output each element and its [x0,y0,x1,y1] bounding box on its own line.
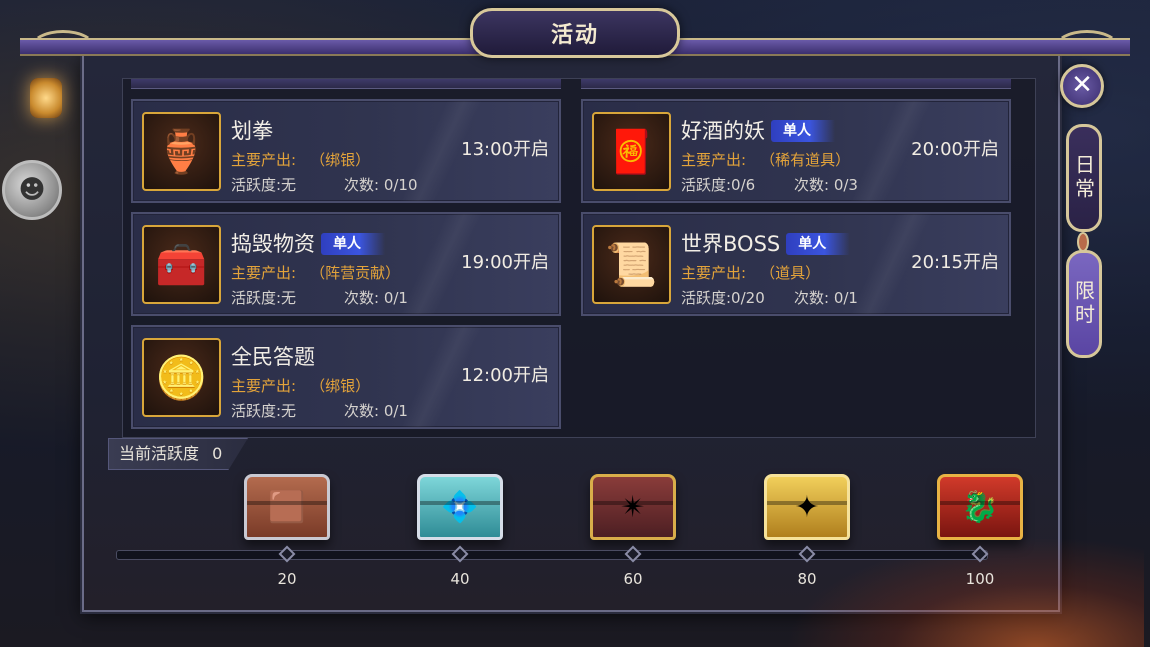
activity-count: 次数: 0/3 [794,176,858,194]
fortune-bag-icon: 🧧 [592,112,671,191]
milestone-label: 40 [450,570,470,588]
activity-list: 🏺 划拳 主要产出: （绑银） 活跃度:无 次数: 0/10 13:00开启 🧧 … [122,78,1036,438]
activity-output: 主要产出: （稀有道具） [681,151,851,169]
activity-points: 活跃度:无 [231,402,297,420]
activity-progress-bar [116,550,988,560]
solo-tag: 单人 [786,233,851,255]
list-top-strip [581,79,1011,89]
activity-name: 全民答题 [231,345,315,369]
title-plate: 活动 [470,8,680,58]
activity-card[interactable]: 🏺 划拳 主要产出: （绑银） 活跃度:无 次数: 0/10 13:00开启 [131,99,561,203]
activity-output: 主要产出: （绑银） [231,151,371,169]
activity-stats: 活跃度:0/20 次数: 0/1 [681,287,858,308]
activity-name: 划拳 [231,119,273,143]
bronze-chest-icon[interactable]: ✴ [590,474,676,540]
activity-time: 20:00开启 [911,139,999,160]
milestone-label: 100 [965,570,995,588]
copper-chest-icon[interactable]: 🟫 [244,474,330,540]
dragon-chest-icon[interactable]: 🐉 [937,474,1023,540]
tab-daily[interactable]: 日常 [1066,124,1102,232]
silver-coin-icon: 🪙 [142,338,221,417]
activity-stats: 活跃度:0/6 次数: 0/3 [681,174,858,195]
activity-time: 20:15开启 [911,252,999,273]
activity-points: 活跃度:0/6 [681,176,756,194]
list-top-strip [131,79,561,89]
solo-tag: 单人 [321,233,385,255]
activity-card[interactable]: 🪙 全民答题 主要产出: （绑银） 活跃度:无 次数: 0/1 12:00开启 [131,325,561,429]
activity-name: 世界BOSS 单人 [681,228,851,258]
activity-name: 好酒的妖 单人 [681,115,835,145]
activity-stats: 活跃度:无 次数: 0/10 [231,174,418,195]
milestone-label: 60 [623,570,643,588]
activity-card[interactable]: 🧰 捣毁物资 单人 主要产出: （阵营贡献） 活跃度:无 次数: 0/1 19:00… [131,212,561,316]
gold-chest-icon[interactable]: ✦ [764,474,850,540]
activity-card[interactable]: 📜 世界BOSS 单人 主要产出: （道具） 活跃度:0/20 次数: 0/1 20… [581,212,1011,316]
ghost-face-icon: ☻ [18,175,46,205]
supply-crate-icon: 🧰 [142,225,221,304]
tab-connector-ornament [1077,232,1089,252]
page-title: 活动 [550,23,599,48]
activity-stats: 活跃度:无 次数: 0/1 [231,287,408,308]
activity-output: 主要产出: （阵营贡献） [231,264,401,282]
close-button[interactable]: ✕ [1060,64,1104,108]
activity-output: 主要产出: （道具） [681,264,821,282]
activity-time: 19:00开启 [461,252,549,273]
solo-tag: 单人 [771,120,835,142]
scroll-map-icon: 📜 [592,225,671,304]
activity-points: 活跃度:0/20 [681,289,765,307]
milestone-label: 20 [277,570,297,588]
current-activity-label: 当前活跃度 0 [108,438,248,470]
npc-avatar[interactable]: ☻ [2,160,62,220]
activity-card[interactable]: 🧧 好酒的妖 单人 主要产出: （稀有道具） 活跃度:0/6 次数: 0/3 20:… [581,99,1011,203]
tab-limited[interactable]: 限时 [1066,250,1102,358]
activity-count: 次数: 0/10 [344,176,418,194]
activity-time: 13:00开启 [461,139,549,160]
activity-stats: 活跃度:无 次数: 0/1 [231,400,408,421]
golden-teapot-icon: 🏺 [142,112,221,191]
activity-name: 捣毁物资 单人 [231,228,385,258]
activity-time: 12:00开启 [461,365,549,386]
jade-chest-icon[interactable]: 💠 [417,474,503,540]
activity-output: 主要产出: （绑银） [231,377,371,395]
activity-points: 活跃度:无 [231,176,297,194]
activity-count: 次数: 0/1 [794,289,858,307]
activity-points: 活跃度:无 [231,289,297,307]
activity-count: 次数: 0/1 [344,289,408,307]
lantern-icon [30,78,62,118]
current-activity-value: 0 [212,444,223,463]
activity-count: 次数: 0/1 [344,402,408,420]
milestone-label: 80 [797,570,817,588]
